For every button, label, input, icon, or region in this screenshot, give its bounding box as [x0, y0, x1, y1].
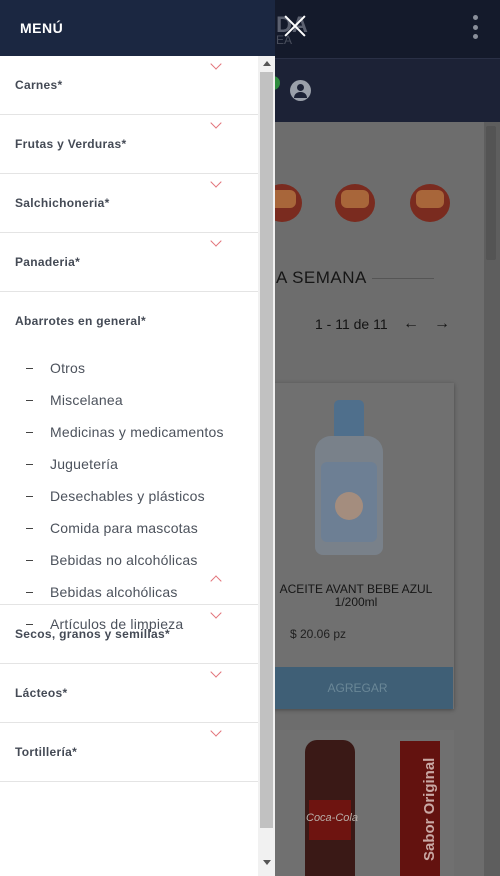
menu-item-frutas-y-verduras[interactable]: Frutas y Verduras* [0, 115, 258, 174]
menu-item-salchichoneria[interactable]: Salchichoneria* [0, 174, 258, 233]
menu-item-tortilleria[interactable]: Tortillería* [0, 723, 258, 782]
submenu-item-label: Medicinas y medicamentos [50, 424, 224, 440]
submenu-item-comida-mascotas[interactable]: Comida para mascotas [0, 519, 258, 545]
menu-item-secos-granos-semillas[interactable]: Secos, granos y semillas* [0, 605, 258, 664]
promo-banner-text: Sabor Original [421, 757, 438, 861]
submenu-item-desechables[interactable]: Desechables y plásticos [0, 487, 258, 513]
menu-item-label: Abarrotes en general* [15, 314, 147, 328]
product-name: ACEITE AVANT BEBE AZUL 1/200ml [279, 582, 433, 609]
submenu-item-label: Juguetería [50, 456, 119, 472]
menu-item-label: Carnes* [15, 78, 63, 92]
category-thumbnail-icon[interactable] [410, 184, 450, 222]
submenu-item-label: Comida para mascotas [50, 520, 198, 536]
menu-item-abarrotes-en-general[interactable]: Abarrotes en general* Otros Miscelanea M… [0, 292, 258, 632]
menu-item-label: Panaderia* [15, 255, 81, 269]
submenu-item-label: Bebidas no alcohólicas [50, 552, 198, 568]
submenu-item-label: Bebidas alcohólicas [50, 584, 178, 600]
prev-page-icon[interactable]: ← [403, 315, 419, 333]
submenu-item-otros[interactable]: Otros [0, 359, 258, 385]
menu-item-panaderia[interactable]: Panaderia* [0, 233, 258, 292]
dash-icon [26, 528, 33, 529]
submenu-item-label: Desechables y plásticos [50, 488, 205, 504]
chevron-down-icon [210, 725, 222, 737]
menu-item-label: Salchichoneria* [15, 196, 110, 210]
side-menu: MENÚ Carnes* Frutas y Verduras* Salchich… [0, 0, 275, 876]
add-to-cart-button[interactable]: AGREGAR [262, 667, 453, 709]
user-account-icon[interactable] [290, 80, 311, 101]
product-brand-text: Coca-Cola [306, 812, 358, 824]
submenu-item-miscelanea[interactable]: Miscelanea [0, 391, 258, 417]
chevron-down-icon [210, 235, 222, 247]
scroll-down-icon[interactable] [263, 860, 271, 865]
scroll-up-icon[interactable] [263, 61, 271, 66]
menu-item-carnes[interactable]: Carnes* [0, 56, 258, 115]
chevron-down-icon [210, 666, 222, 678]
chevron-down-icon [210, 607, 222, 619]
dash-icon [26, 560, 33, 561]
product-image[interactable] [315, 400, 383, 555]
page-scrollbar-thumb[interactable] [486, 126, 496, 260]
product-image[interactable] [305, 740, 355, 876]
chevron-down-icon [210, 176, 222, 188]
submenu-item-label: Miscelanea [50, 392, 123, 408]
submenu-item-label: Otros [50, 360, 86, 376]
promo-banner: Sabor Original [400, 741, 440, 876]
section-title: LA SEMANA [266, 268, 367, 287]
close-icon[interactable] [283, 14, 307, 38]
dash-icon [26, 368, 33, 369]
menu-header: MENÚ [0, 0, 275, 56]
chevron-down-icon [210, 58, 222, 70]
next-page-icon[interactable]: → [434, 315, 450, 333]
submenu-item-medicinas[interactable]: Medicinas y medicamentos [0, 423, 258, 449]
menu-item-label: Secos, granos y semillas* [15, 627, 170, 641]
menu-title: MENÚ [20, 20, 64, 36]
menu-item-lacteos[interactable]: Lácteos* [0, 664, 258, 723]
product-price: $ 20.06 pz [289, 627, 347, 641]
menu-item-label: Frutas y Verduras* [15, 137, 127, 151]
menu-item-label: Tortillería* [15, 745, 78, 759]
chevron-down-icon [210, 117, 222, 129]
menu-scrollbar-thumb[interactable] [260, 72, 273, 828]
pagination-info: 1 - 11 de 11 [315, 316, 388, 332]
dash-icon [26, 496, 33, 497]
category-list: Carnes* Frutas y Verduras* Salchichoneri… [0, 56, 258, 876]
category-thumbnail-icon[interactable] [335, 184, 375, 222]
submenu-item-bebidas-no-alcoholicas[interactable]: Bebidas no alcohólicas [0, 551, 258, 577]
dash-icon [26, 400, 33, 401]
menu-item-label: Lácteos* [15, 686, 68, 700]
section-divider [372, 278, 434, 279]
submenu-item-jugueteria[interactable]: Juguetería [0, 455, 258, 481]
more-options-icon[interactable] [472, 15, 478, 39]
dash-icon [26, 464, 33, 465]
dash-icon [26, 432, 33, 433]
dash-icon [26, 592, 33, 593]
